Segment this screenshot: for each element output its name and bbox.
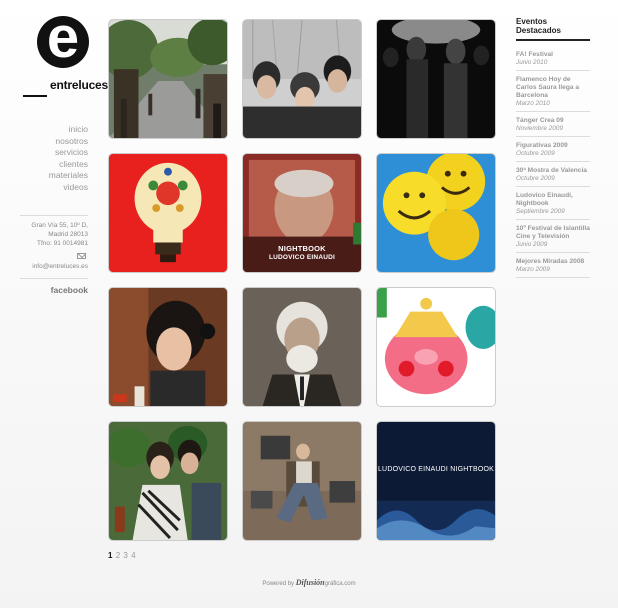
pagination: 1 2 3 4 bbox=[108, 551, 137, 560]
gallery-tile-smiley-balloons[interactable] bbox=[376, 153, 496, 273]
band-photo-image bbox=[243, 20, 361, 138]
address-line-2: Madrid 28013 bbox=[48, 231, 88, 238]
mail-icon bbox=[77, 253, 86, 259]
event-item[interactable]: Flamenco Hoy de Carlos Saura llega a Bar… bbox=[516, 76, 590, 112]
event-date: Marzo 2010 bbox=[516, 100, 550, 107]
address-block: Gran Vía 55, 10º D, Madrid 28013 Tfno: 9… bbox=[20, 221, 88, 248]
event-date: Junio 2010 bbox=[516, 59, 548, 66]
event-name[interactable]: Tánger Crea 09 bbox=[516, 117, 590, 125]
page-link-4[interactable]: 4 bbox=[131, 551, 135, 560]
event-item[interactable]: Tánger Crea 09 Noviembre 2009 bbox=[516, 117, 590, 137]
event-item[interactable]: 30ª Mostra de Valencia Octubre 2009 bbox=[516, 167, 590, 187]
gallery-grid: NIGHTBOOK LUDOVICO EINAUDI LUDOVICO EINA… bbox=[108, 19, 496, 541]
event-date: Septiembre 2009 bbox=[516, 208, 565, 215]
footer-brand-part2[interactable]: gráfica.com bbox=[325, 581, 356, 587]
event-date: Marzo 2009 bbox=[516, 266, 550, 273]
event-date: Octubre 2009 bbox=[516, 175, 555, 182]
man-armchair-image bbox=[243, 422, 361, 540]
poster-title: NIGHTBOOK bbox=[278, 244, 326, 253]
poster-subtitle: LUDOVICO EINAUDI bbox=[268, 254, 336, 261]
footer-brand-link[interactable]: Difusión bbox=[296, 578, 325, 587]
couple-photo-image bbox=[109, 422, 227, 540]
sidebar-divider bbox=[20, 278, 88, 279]
featured-events: Eventos Destacados FA! Festival Junio 20… bbox=[516, 17, 590, 283]
event-item[interactable]: Figurativas 2009 Octubre 2009 bbox=[516, 142, 590, 162]
entreluces-logo-icon[interactable]: e bbox=[37, 9, 89, 68]
main-nav: inicio nosotros servicios clientes mater… bbox=[20, 124, 88, 193]
gallery-tile-couple[interactable] bbox=[108, 421, 228, 541]
gallery-tile-nightbook-poster[interactable]: NIGHTBOOK LUDOVICO EINAUDI bbox=[242, 153, 362, 273]
gallery-tile-lightbulb[interactable] bbox=[108, 153, 228, 273]
event-date: Octubre 2009 bbox=[516, 150, 555, 157]
event-name[interactable]: Figurativas 2009 bbox=[516, 142, 590, 150]
phone: Tfno: 91 0014981 bbox=[37, 240, 88, 247]
nav-item-clientes[interactable]: clientes bbox=[20, 159, 88, 171]
pig-illustration-image bbox=[377, 288, 495, 406]
page-link-3[interactable]: 3 bbox=[123, 551, 127, 560]
gallery-tile-nightbook-cover[interactable]: LUDOVICO EINAUDI NIGHTBOOK bbox=[376, 421, 496, 541]
powered-by-label: Powered by bbox=[262, 581, 295, 587]
gallery-tile-old-man[interactable] bbox=[242, 287, 362, 407]
old-man-portrait-image bbox=[243, 288, 361, 406]
nightbook-cover-image bbox=[377, 422, 495, 540]
nav-item-videos[interactable]: videos bbox=[20, 182, 88, 194]
event-name[interactable]: 30ª Mostra de Valencia bbox=[516, 167, 590, 175]
sidebar-divider bbox=[20, 215, 88, 216]
cover-title: LUDOVICO EINAUDI NIGHTBOOK bbox=[377, 466, 495, 473]
crowd-photo-image bbox=[377, 20, 495, 138]
event-name[interactable]: Ludovico Einaudi, Nightbook bbox=[516, 192, 590, 208]
footer: Powered by Difusióngráfica.com bbox=[0, 578, 618, 587]
page-link-1[interactable]: 1 bbox=[108, 551, 112, 560]
gallery-tile-armchair[interactable] bbox=[242, 421, 362, 541]
gallery-tile-street[interactable] bbox=[108, 19, 228, 139]
event-item[interactable]: FA! Festival Junio 2010 bbox=[516, 51, 590, 71]
nav-item-materiales[interactable]: materiales bbox=[20, 170, 88, 182]
lightbulb-illustration-image bbox=[109, 154, 227, 272]
brand-name[interactable]: entreluces bbox=[34, 78, 108, 92]
event-item[interactable]: Mejores Miradas 2008 Marzo 2009 bbox=[516, 258, 590, 278]
facebook-link[interactable]: facebook bbox=[20, 285, 88, 295]
event-date: Noviembre 2009 bbox=[516, 125, 563, 132]
address-line-1: Gran Vía 55, 10º D, bbox=[31, 222, 88, 229]
event-name[interactable]: FA! Festival bbox=[516, 51, 590, 59]
street-photo-image bbox=[109, 20, 227, 138]
nav-item-nosotros[interactable]: nosotros bbox=[20, 136, 88, 148]
event-item[interactable]: Ludovico Einaudi, Nightbook Septiembre 2… bbox=[516, 192, 590, 220]
event-item[interactable]: 10º Festival de Islantilla Cine y Televi… bbox=[516, 225, 590, 253]
event-name[interactable]: Mejores Miradas 2008 bbox=[516, 258, 590, 266]
event-name[interactable]: 10º Festival de Islantilla Cine y Televi… bbox=[516, 225, 590, 241]
nav-item-inicio[interactable]: inicio bbox=[20, 124, 88, 136]
gallery-tile-pig-illustration[interactable] bbox=[376, 287, 496, 407]
footer-brand-part1: Difusión bbox=[295, 578, 325, 587]
email-link[interactable]: info@entreluces.es bbox=[20, 263, 88, 270]
nav-item-servicios[interactable]: servicios bbox=[20, 147, 88, 159]
page-link-2[interactable]: 2 bbox=[116, 551, 120, 560]
gallery-tile-woman-headphones[interactable] bbox=[108, 287, 228, 407]
event-date: Junio 2009 bbox=[516, 241, 548, 248]
logo-letter: e bbox=[46, 5, 80, 70]
logo-underline bbox=[23, 95, 47, 97]
events-title: Eventos Destacados bbox=[516, 17, 590, 41]
gallery-tile-crowd[interactable] bbox=[376, 19, 496, 139]
gallery-tile-band[interactable] bbox=[242, 19, 362, 139]
woman-headphones-image bbox=[109, 288, 227, 406]
event-name[interactable]: Flamenco Hoy de Carlos Saura llega a Bar… bbox=[516, 76, 590, 100]
smiley-balloons-image bbox=[377, 154, 495, 272]
